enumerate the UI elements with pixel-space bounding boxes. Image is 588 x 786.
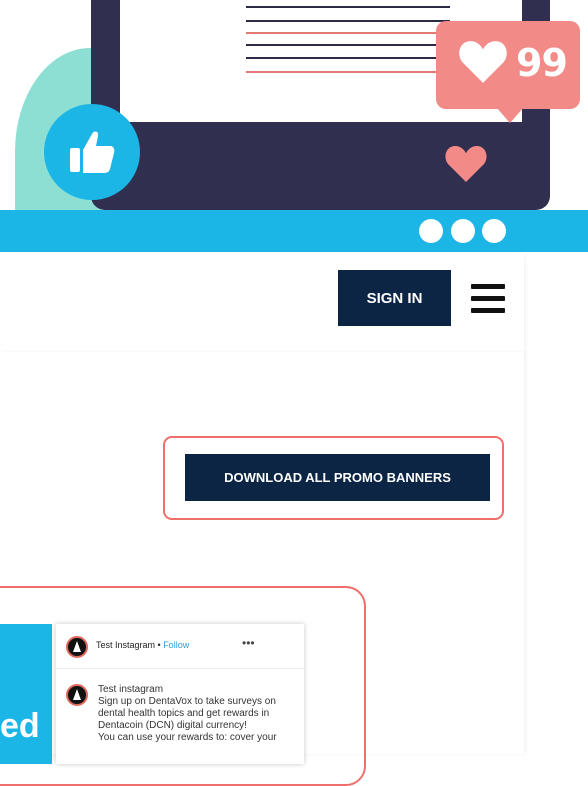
instagram-username: Test Instagram • Follow <box>96 640 190 650</box>
thumbs-up-icon <box>70 131 115 173</box>
caption-line: dental health topics and get rewards in <box>98 708 270 719</box>
caption-line: You can use your rewards to: cover your <box>98 732 277 743</box>
avatar <box>66 684 88 706</box>
text-line-decoration <box>246 20 450 22</box>
text-line-decoration <box>246 6 450 8</box>
text-line-decoration <box>246 71 450 73</box>
main-content: DOWNLOAD ALL PROMO BANNERS ed Test Insta… <box>0 352 524 786</box>
site-header: SIGN IN <box>0 252 524 352</box>
instagram-post-header: Test Instagram • Follow ••• <box>56 624 304 669</box>
thumbs-up-badge <box>44 104 140 200</box>
instagram-post-preview: Test Instagram • Follow ••• Test instagr… <box>56 624 304 764</box>
heart-icon <box>459 41 507 83</box>
download-button-frame: DOWNLOAD ALL PROMO BANNERS <box>163 436 504 520</box>
text-line-decoration <box>246 44 450 46</box>
dot-decoration <box>451 219 475 243</box>
like-notification-bubble: 99 <box>436 21 580 123</box>
heart-icon <box>445 146 487 182</box>
follow-link[interactable]: Follow <box>163 640 189 650</box>
instagram-caption: Test instagram Sign up on DentaVox to ta… <box>98 684 298 744</box>
dot-decoration <box>419 219 443 243</box>
caption-username: Test instagram <box>98 684 164 695</box>
hero-illustration: 99 <box>0 0 588 252</box>
download-all-promo-banners-button[interactable]: DOWNLOAD ALL PROMO BANNERS <box>185 454 490 501</box>
caption-line: Sign up on DentaVox to take surveys on <box>98 696 276 707</box>
avatar <box>66 636 88 658</box>
more-options-icon[interactable]: ••• <box>242 636 255 650</box>
sign-in-button[interactable]: SIGN IN <box>338 270 451 326</box>
caption-line: Dentacoin (DCN) digital currency! <box>98 720 247 731</box>
text-line-decoration <box>246 32 450 34</box>
text-line-decoration <box>246 57 450 59</box>
like-count: 99 <box>516 41 568 85</box>
promo-banner-text: ed <box>0 707 40 745</box>
hamburger-menu-icon[interactable] <box>471 284 505 314</box>
dot-decoration <box>482 219 506 243</box>
